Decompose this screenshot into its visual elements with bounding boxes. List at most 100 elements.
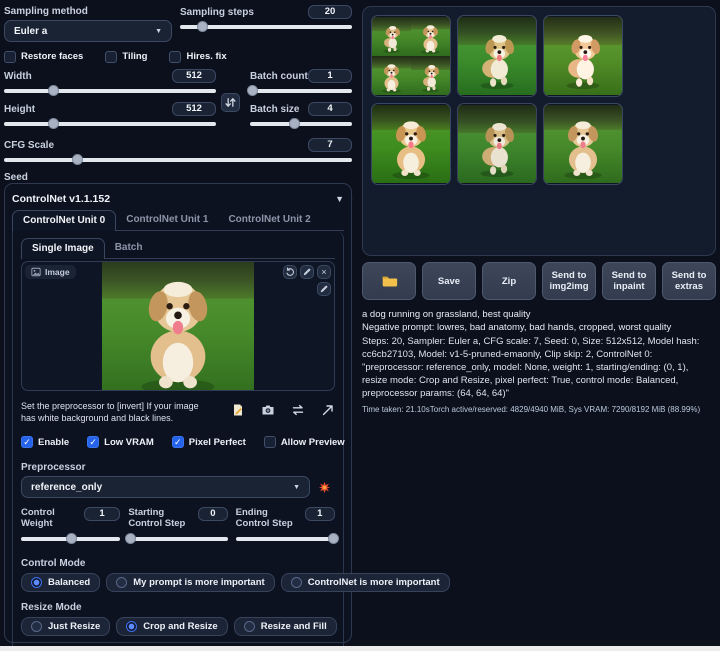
- width-slider[interactable]: [4, 85, 216, 97]
- run-preprocessor-icon[interactable]: [318, 481, 331, 494]
- pixel-perfect-checkbox[interactable]: ✓ Pixel Perfect: [172, 436, 246, 448]
- checkbox-box: [4, 51, 16, 63]
- controlnet-input-tabs: Single Image Batch: [21, 238, 335, 259]
- send-to-extras-button[interactable]: Send to extras: [662, 262, 716, 300]
- send-dimensions-icon[interactable]: [321, 403, 335, 417]
- tab-batch[interactable]: Batch: [105, 238, 153, 258]
- height-label: Height: [4, 103, 35, 116]
- gallery-thumbnail[interactable]: [543, 103, 623, 185]
- tab-single-image[interactable]: Single Image: [21, 238, 105, 259]
- tab-controlnet-unit-1[interactable]: ControlNet Unit 1: [116, 210, 218, 230]
- open-folder-button[interactable]: [362, 262, 416, 300]
- checkbox-box: [105, 51, 117, 63]
- sampling-steps-label: Sampling steps: [180, 6, 254, 19]
- slider-thumb[interactable]: [125, 533, 136, 544]
- slider-thumb[interactable]: [328, 533, 339, 544]
- checkbox-box: ✓: [21, 436, 33, 448]
- send-to-inpaint-button[interactable]: Send to inpaint: [602, 262, 656, 300]
- gallery-thumbnail[interactable]: [457, 15, 537, 97]
- starting-step-label: Starting Control Step: [128, 507, 194, 529]
- chevron-down-icon: ▼: [293, 484, 300, 491]
- restore-faces-checkbox[interactable]: Restore faces: [4, 50, 83, 63]
- preprocessor-select[interactable]: reference_only ▼: [21, 476, 310, 498]
- clear-image-button[interactable]: ×: [317, 265, 331, 279]
- sampling-method-label: Sampling method: [4, 5, 172, 18]
- slider-thumb[interactable]: [48, 118, 59, 129]
- undo-image-button[interactable]: [283, 265, 297, 279]
- brush-icon: [319, 284, 329, 294]
- sketch-tool-button[interactable]: [317, 282, 331, 296]
- allow-preview-checkbox[interactable]: Allow Preview: [264, 436, 345, 448]
- controlnet-accordion-header[interactable]: ControlNet v1.1.152 ▼: [12, 191, 344, 207]
- control-weight-label: Control Weight: [21, 507, 80, 529]
- width-input[interactable]: 512: [172, 69, 216, 83]
- send-to-img2img-button[interactable]: Send to img2img: [542, 262, 596, 300]
- controlnet-input-image: [102, 262, 254, 390]
- resize-mode-fill-radio[interactable]: Resize and Fill: [234, 617, 337, 636]
- slider-track: [4, 122, 216, 126]
- control-mode-prompt-radio[interactable]: My prompt is more important: [106, 573, 274, 592]
- starting-step-input[interactable]: 0: [198, 507, 228, 521]
- slider-thumb[interactable]: [72, 154, 83, 165]
- slider-thumb[interactable]: [197, 21, 208, 32]
- gallery-thumbnail[interactable]: [457, 103, 537, 185]
- collapse-icon: ▼: [335, 194, 344, 204]
- slider-thumb[interactable]: [289, 118, 300, 129]
- output-panel: Save Zip Send to img2img Send to inpaint…: [362, 6, 716, 414]
- batch-count-input[interactable]: 1: [308, 69, 352, 83]
- generation-params-text: Steps: 20, Sampler: Euler a, CFG scale: …: [362, 335, 716, 400]
- batch-size-slider[interactable]: [250, 118, 352, 130]
- enable-checkbox[interactable]: ✓ Enable: [21, 436, 69, 448]
- batch-count-slider[interactable]: [250, 85, 352, 97]
- ending-step-slider[interactable]: [236, 533, 335, 545]
- balanced-label: Balanced: [48, 577, 90, 588]
- radio-dot: [126, 621, 137, 632]
- controlnet-title: ControlNet v1.1.152: [12, 193, 110, 205]
- enable-label: Enable: [38, 437, 69, 448]
- slider-thumb[interactable]: [247, 85, 258, 96]
- starting-step-slider[interactable]: [128, 533, 227, 545]
- controlnet-image-dropzone[interactable]: Image ×: [21, 261, 335, 391]
- slider-thumb[interactable]: [48, 85, 59, 96]
- height-slider[interactable]: [4, 118, 216, 130]
- batch-size-input[interactable]: 4: [308, 102, 352, 116]
- save-button[interactable]: Save: [422, 262, 476, 300]
- sampling-steps-slider[interactable]: [180, 21, 352, 33]
- swap-width-height-button[interactable]: [221, 93, 240, 112]
- mirror-webcam-icon[interactable]: [291, 403, 305, 417]
- controlnet-unit-0-panel: Single Image Batch Image: [12, 231, 344, 651]
- cfg-scale-input[interactable]: 7: [308, 138, 352, 152]
- zip-button[interactable]: Zip: [482, 262, 536, 300]
- cfg-scale-label: CFG Scale: [4, 139, 54, 152]
- sampling-steps-input[interactable]: 20: [308, 5, 352, 19]
- resize-and-fill-label: Resize and Fill: [261, 621, 327, 632]
- slider-thumb[interactable]: [66, 533, 77, 544]
- webcam-icon[interactable]: [261, 403, 275, 417]
- resize-mode-just-resize-radio[interactable]: Just Resize: [21, 617, 110, 636]
- new-canvas-icon[interactable]: [231, 403, 245, 417]
- undo-icon: [285, 267, 295, 277]
- cfg-scale-slider[interactable]: [4, 154, 352, 166]
- resize-mode-crop-radio[interactable]: Crop and Resize: [116, 617, 227, 636]
- edit-image-button[interactable]: [300, 265, 314, 279]
- tab-controlnet-unit-0[interactable]: ControlNet Unit 0: [12, 210, 116, 231]
- sampling-method-select[interactable]: Euler a ▼: [4, 20, 172, 42]
- generation-settings-panel: Sampling method Euler a ▼ Sampling steps…: [4, 5, 352, 206]
- control-mode-balanced-radio[interactable]: Balanced: [21, 573, 100, 592]
- height-input[interactable]: 512: [172, 102, 216, 116]
- hires-fix-checkbox[interactable]: Hires. fix: [169, 50, 226, 63]
- gallery-thumbnail-grid[interactable]: [371, 15, 451, 97]
- controlnet-accordion: ControlNet v1.1.152 ▼ ControlNet Unit 0 …: [4, 183, 352, 643]
- gallery-thumbnail[interactable]: [371, 103, 451, 185]
- control-mode-controlnet-radio[interactable]: ControlNet is more important: [281, 573, 450, 592]
- control-weight-input[interactable]: 1: [84, 507, 121, 521]
- tiling-checkbox[interactable]: Tiling: [105, 50, 147, 63]
- low-vram-label: Low VRAM: [104, 437, 154, 448]
- prompt-text: a dog running on grassland, best quality: [362, 308, 716, 321]
- radio-dot: [291, 577, 302, 588]
- control-weight-slider[interactable]: [21, 533, 120, 545]
- low-vram-checkbox[interactable]: ✓ Low VRAM: [87, 436, 154, 448]
- ending-step-input[interactable]: 1: [305, 507, 335, 521]
- gallery-thumbnail[interactable]: [543, 15, 623, 97]
- tab-controlnet-unit-2[interactable]: ControlNet Unit 2: [218, 210, 320, 230]
